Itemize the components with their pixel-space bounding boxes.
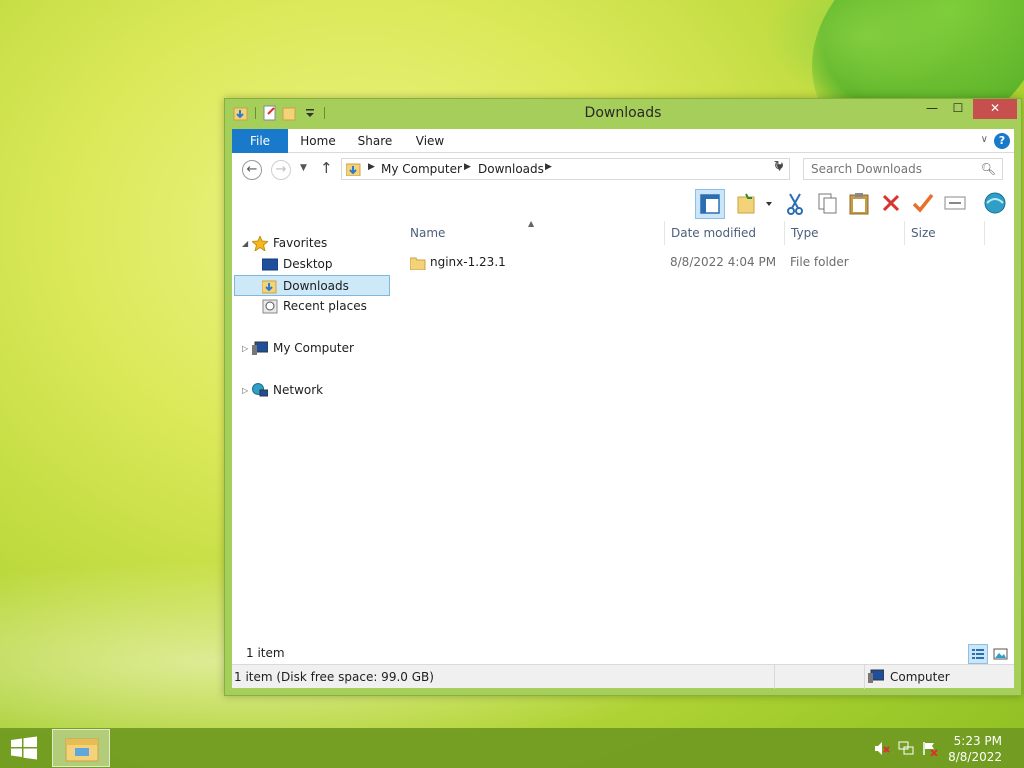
expanded-arrow-icon[interactable]: ◢ xyxy=(242,233,248,254)
expand-ribbon-icon[interactable]: ∨ xyxy=(981,134,988,145)
paste-icon[interactable] xyxy=(845,189,875,219)
new-folder-dropdown-button[interactable] xyxy=(734,189,774,219)
nav-favorites[interactable]: ◢ Favorites xyxy=(234,233,390,254)
system-clock[interactable]: 5:23 PM 8/8/2022 xyxy=(948,733,1002,765)
ribbon-tabs: File Home Share View ∨ ? xyxy=(232,129,1014,153)
close-button[interactable]: ✕ xyxy=(973,99,1017,119)
details-view-button[interactable] xyxy=(968,644,988,664)
nav-recent-places[interactable]: Recent places xyxy=(234,296,390,317)
clock-time: 5:23 PM xyxy=(953,734,1002,748)
rename-icon[interactable] xyxy=(941,189,971,219)
nav-recent-places-label: Recent places xyxy=(283,299,367,313)
column-divider[interactable] xyxy=(784,221,785,245)
maximize-button[interactable]: ☐ xyxy=(945,99,971,119)
sort-ascending-icon: ▲ xyxy=(528,219,535,228)
star-icon xyxy=(250,234,270,253)
navigation-pane: ◢ Favorites Desktop Downloads Recent pla… xyxy=(232,221,392,642)
column-header-name[interactable]: Name xyxy=(410,221,445,245)
volume-muted-icon[interactable] xyxy=(874,741,890,756)
network-tray-icon[interactable] xyxy=(898,741,914,756)
breadcrumb-downloads[interactable]: Downloads xyxy=(478,162,544,176)
search-box[interactable]: 🔍︎ xyxy=(803,158,1003,180)
clock-date: 8/8/2022 xyxy=(948,750,1002,764)
nav-network-label: Network xyxy=(273,383,324,397)
computer-icon xyxy=(252,341,269,356)
command-toolbar xyxy=(232,187,1014,221)
title-bar[interactable]: Downloads — ☐ ✕ xyxy=(225,99,1021,129)
copy-icon[interactable] xyxy=(813,189,843,219)
item-count: 1 item xyxy=(246,646,285,660)
details-divider xyxy=(774,665,775,689)
favorites-label: Favorites xyxy=(273,236,328,250)
navigation-bar: ← → ▼ ↑ ▶ My Computer ▶ Downloads ▶ ▼ ↻ … xyxy=(232,153,1014,187)
large-icons-view-button[interactable] xyxy=(990,644,1010,664)
downloads-folder-icon xyxy=(261,279,278,294)
breadcrumb-my-computer[interactable]: My Computer xyxy=(381,162,462,176)
file-type: File folder xyxy=(790,255,849,269)
cut-icon[interactable] xyxy=(781,189,811,219)
table-row[interactable]: nginx-1.23.1 8/8/2022 4:04 PM File folde… xyxy=(404,251,1004,273)
desktop-icon xyxy=(261,257,279,272)
breadcrumb-separator-icon[interactable]: ▶ xyxy=(545,162,552,172)
nav-downloads[interactable]: Downloads xyxy=(234,275,390,296)
taskbar: 5:23 PM 8/8/2022 xyxy=(0,728,1024,768)
column-divider[interactable] xyxy=(664,221,665,245)
downloads-folder-icon xyxy=(345,162,362,177)
back-button[interactable]: ← xyxy=(242,160,262,180)
column-divider[interactable] xyxy=(904,221,905,245)
minimize-button[interactable]: — xyxy=(919,99,945,119)
action-center-icon[interactable] xyxy=(922,741,938,757)
file-date-modified: 8/8/2022 4:04 PM xyxy=(670,255,777,269)
browse-icon[interactable] xyxy=(981,189,1011,219)
search-icon[interactable]: 🔍︎ xyxy=(981,162,996,176)
location-label: Computer xyxy=(890,670,950,684)
file-list: ▲ Name Date modified Type Size nginx-1.2… xyxy=(392,219,1014,642)
window-title: Downloads xyxy=(584,105,662,121)
refresh-button[interactable]: ↻ xyxy=(768,159,790,179)
preview-pane-button[interactable] xyxy=(695,189,725,219)
details-bar: 1 item (Disk free space: 99.0 GB) Comput… xyxy=(232,664,1014,689)
column-divider[interactable] xyxy=(984,221,985,245)
column-header-type[interactable]: Type xyxy=(791,221,819,245)
recent-locations-icon[interactable]: ▼ xyxy=(300,163,307,173)
forward-button[interactable]: → xyxy=(271,160,291,180)
breadcrumb-separator-icon[interactable]: ▶ xyxy=(464,162,471,172)
search-input[interactable] xyxy=(804,159,974,179)
help-icon[interactable]: ? xyxy=(994,133,1010,149)
explorer-window: Downloads — ☐ ✕ File Home Share View ∨ ?… xyxy=(224,98,1022,696)
nav-my-computer[interactable]: ▷ My Computer xyxy=(234,338,390,359)
column-header-date-modified[interactable]: Date modified xyxy=(671,221,756,245)
select-all-check-icon[interactable] xyxy=(909,189,939,219)
network-icon xyxy=(252,383,269,398)
status-bar: 1 item xyxy=(232,642,1014,664)
nav-network[interactable]: ▷ Network xyxy=(234,380,390,401)
address-bar[interactable]: ▶ My Computer ▶ Downloads ▶ ▼ xyxy=(341,158,790,180)
disk-free-space: 1 item (Disk free space: 99.0 GB) xyxy=(234,670,434,684)
file-name: nginx-1.23.1 xyxy=(430,255,506,269)
tab-view[interactable]: View xyxy=(408,129,452,153)
up-button[interactable]: ↑ xyxy=(320,159,333,177)
tab-file[interactable]: File xyxy=(232,129,288,153)
nav-desktop-label: Desktop xyxy=(283,257,333,271)
window-content: File Home Share View ∨ ? ← → ▼ ↑ ▶ My Co… xyxy=(232,129,1014,689)
column-header-size[interactable]: Size xyxy=(911,221,936,245)
collapsed-arrow-icon[interactable]: ▷ xyxy=(242,338,248,359)
recent-places-icon xyxy=(262,299,278,314)
file-explorer-icon xyxy=(65,738,99,762)
breadcrumb-separator-icon[interactable]: ▶ xyxy=(368,162,375,172)
computer-icon xyxy=(868,669,885,684)
tab-share[interactable]: Share xyxy=(350,129,400,153)
tab-home[interactable]: Home xyxy=(292,129,344,153)
details-divider xyxy=(864,665,865,689)
delete-icon[interactable] xyxy=(877,189,907,219)
nav-my-computer-label: My Computer xyxy=(273,341,354,355)
nav-desktop[interactable]: Desktop xyxy=(234,254,390,275)
file-explorer-taskbar-button[interactable] xyxy=(52,729,110,767)
nav-downloads-label: Downloads xyxy=(283,279,349,293)
windows-start-icon[interactable] xyxy=(10,736,38,760)
collapsed-arrow-icon[interactable]: ▷ xyxy=(242,380,248,401)
folder-icon xyxy=(409,255,426,271)
